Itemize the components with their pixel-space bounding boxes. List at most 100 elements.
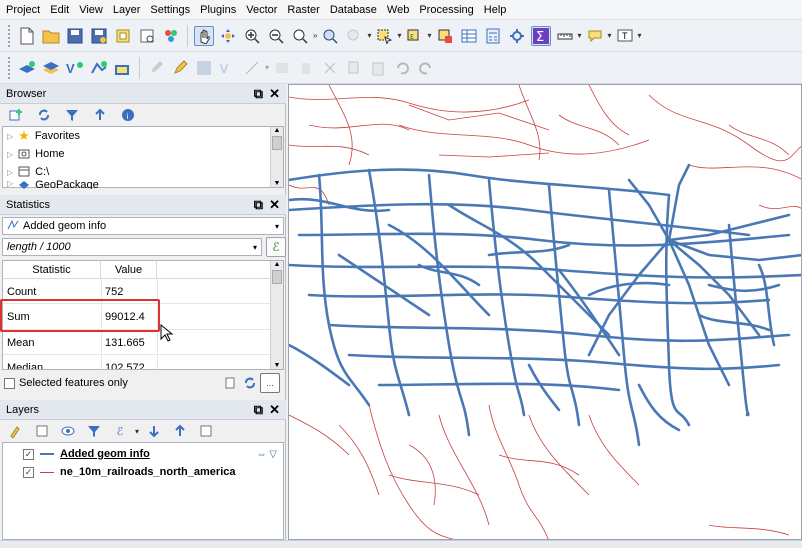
save-project-icon[interactable]	[65, 26, 85, 46]
filter-legend-icon[interactable]	[84, 421, 104, 441]
new-layer-icon[interactable]	[113, 58, 133, 78]
layer-visibility-checkbox[interactable]: ✓	[23, 466, 34, 478]
browser-scrollbar[interactable]: ▲ ▼	[270, 127, 283, 187]
select-by-value-icon[interactable]: ε	[404, 26, 424, 46]
float-panel-icon[interactable]: ⧉	[254, 86, 263, 102]
layer-visibility-checkbox[interactable]: ✓	[23, 448, 34, 460]
add-virtual-layer-icon[interactable]: V	[65, 58, 85, 78]
toolbar-grip[interactable]	[8, 24, 11, 47]
save-edits-icon[interactable]	[194, 58, 214, 78]
expand-all-icon[interactable]	[144, 421, 164, 441]
manage-map-themes-icon[interactable]	[58, 421, 78, 441]
text-annotation-icon[interactable]: T	[615, 26, 635, 46]
menu-vector[interactable]: Vector	[246, 4, 277, 16]
statistic-name-cell: Mean	[7, 336, 35, 349]
menu-view[interactable]: View	[79, 4, 103, 16]
menu-layer[interactable]: Layer	[113, 4, 141, 16]
toolbar-grip[interactable]	[8, 56, 11, 79]
new-project-icon[interactable]	[17, 26, 37, 46]
layout-manager-icon[interactable]	[137, 26, 157, 46]
expression-field[interactable]: length / 1000 ▾	[2, 238, 262, 256]
style-manager-icon[interactable]	[161, 26, 181, 46]
new-shapefile-icon[interactable]	[89, 58, 109, 78]
identify-disabled-icon[interactable]	[344, 26, 364, 46]
save-as-icon[interactable]	[89, 26, 109, 46]
add-feature-icon[interactable]: V	[218, 58, 238, 78]
modify-attributes-icon[interactable]	[272, 58, 292, 78]
add-vector-icon[interactable]	[41, 58, 61, 78]
more-options-icon[interactable]: …	[260, 373, 280, 393]
redo-icon[interactable]	[416, 58, 436, 78]
zoom-native-icon[interactable]	[290, 26, 310, 46]
add-selected-layer-icon[interactable]	[6, 105, 26, 125]
paste-features-icon[interactable]	[368, 58, 388, 78]
deselect-icon[interactable]	[435, 26, 455, 46]
field-calculator-icon[interactable]	[483, 26, 503, 46]
chevron-down-icon: ▾	[274, 221, 279, 231]
filter-by-expression-icon[interactable]: ℰ	[110, 421, 130, 441]
open-project-icon[interactable]	[41, 26, 61, 46]
copy-to-clipboard-icon[interactable]	[220, 373, 240, 393]
column-header-statistic[interactable]: Statistic	[3, 261, 101, 279]
attribute-table-icon[interactable]	[459, 26, 479, 46]
toggle-editing-icon[interactable]	[170, 58, 190, 78]
select-features-icon[interactable]	[374, 26, 394, 46]
browser-item-favorites[interactable]: ▷ ★ Favorites	[7, 127, 80, 145]
cut-features-icon[interactable]	[320, 58, 340, 78]
delete-selected-icon[interactable]	[296, 58, 316, 78]
float-panel-icon[interactable]: ⧉	[254, 197, 263, 213]
layer-indicators-icon[interactable]: ⇔ ▽	[257, 449, 277, 460]
pan-map-icon[interactable]	[194, 25, 214, 46]
menu-settings[interactable]: Settings	[150, 4, 190, 16]
menu-raster[interactable]: Raster	[287, 4, 319, 16]
pan-to-selection-icon[interactable]	[218, 26, 238, 46]
menu-processing[interactable]: Processing	[419, 4, 473, 16]
float-panel-icon[interactable]: ⧉	[254, 402, 263, 418]
layer-combobox[interactable]: Added geom info ▾	[2, 217, 284, 235]
expression-builder-icon[interactable]: ℰ	[266, 237, 286, 257]
close-panel-icon[interactable]: ✕	[269, 402, 280, 418]
menu-plugins[interactable]: Plugins	[200, 4, 236, 16]
table-row[interactable]: Mean 131.665	[3, 330, 271, 355]
menu-edit[interactable]: Edit	[50, 4, 69, 16]
layer-item-added-geom-info[interactable]: ✓ Added geom info ⇔ ▽	[23, 445, 281, 463]
browser-item-geopackage[interactable]: ▷ GeoPackage	[7, 179, 99, 189]
refresh-stats-icon[interactable]	[240, 373, 260, 393]
map-tips-icon[interactable]	[585, 26, 605, 46]
selected-only-checkbox[interactable]	[4, 377, 15, 389]
menu-help[interactable]: Help	[484, 4, 507, 16]
column-header-value[interactable]: Value	[101, 261, 157, 279]
new-print-layout-icon[interactable]	[113, 26, 133, 46]
add-layer-icon[interactable]	[17, 58, 37, 78]
zoom-out-icon[interactable]	[266, 26, 286, 46]
processing-toolbox-icon[interactable]	[507, 26, 527, 46]
collapse-all-layers-icon[interactable]	[170, 421, 190, 441]
refresh-icon[interactable]	[34, 105, 54, 125]
copy-features-icon[interactable]	[344, 58, 364, 78]
collapse-all-icon[interactable]	[90, 105, 110, 125]
undo-icon[interactable]	[392, 58, 412, 78]
filter-icon[interactable]	[62, 105, 82, 125]
add-group-icon[interactable]	[32, 421, 52, 441]
info-icon[interactable]: i	[118, 105, 138, 125]
edit-pencil-icon[interactable]	[146, 58, 166, 78]
layer-item-railroads[interactable]: ✓ ne_10m_railroads_north_america	[23, 463, 281, 481]
zoom-in-icon[interactable]	[242, 26, 262, 46]
open-layer-styling-icon[interactable]	[6, 421, 26, 441]
menu-web[interactable]: Web	[387, 4, 409, 16]
measure-icon[interactable]	[555, 26, 575, 46]
menu-database[interactable]: Database	[330, 4, 377, 16]
menu-project[interactable]: Project	[6, 4, 40, 16]
vertex-tool-icon[interactable]	[242, 58, 262, 78]
browser-panel-header: Browser ⧉ ✕	[0, 84, 286, 104]
more-tools-icon[interactable]: »	[313, 31, 317, 40]
remove-layer-icon[interactable]	[196, 421, 216, 441]
table-row[interactable]: Median 102.572	[3, 355, 271, 369]
statistics-scrollbar[interactable]: ▲ ▼	[270, 261, 283, 369]
identify-icon[interactable]	[320, 26, 340, 46]
statistical-summary-icon[interactable]: Σ	[530, 25, 551, 46]
browser-item-home[interactable]: ▷ Home	[7, 145, 65, 163]
close-panel-icon[interactable]: ✕	[269, 197, 280, 213]
map-canvas[interactable]	[288, 84, 802, 540]
close-panel-icon[interactable]: ✕	[269, 86, 280, 102]
